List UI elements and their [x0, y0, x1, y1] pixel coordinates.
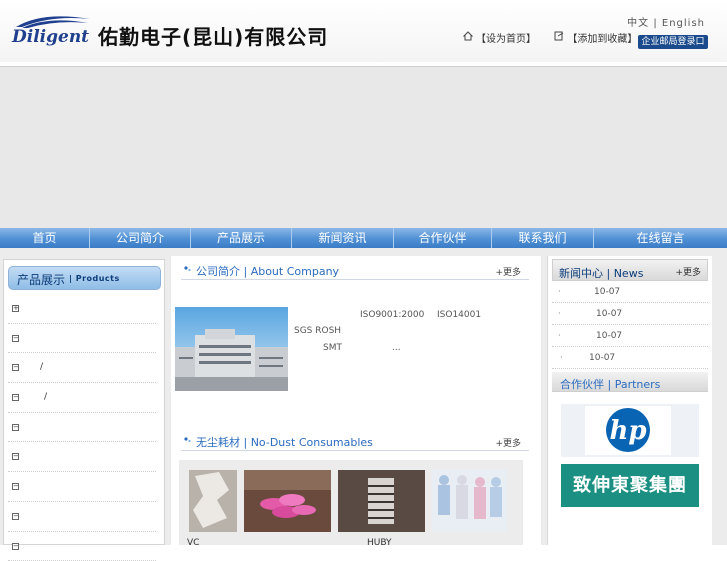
nav-item-contact[interactable]: 联系我们 [492, 228, 594, 248]
products-list: + − −/ −/ − − − − − [4, 294, 164, 561]
home-icon [463, 31, 473, 41]
list-item[interactable]: − [8, 413, 156, 443]
news-header: 新闻中心 | News +更多 [552, 259, 708, 281]
list-item[interactable]: + [8, 294, 156, 324]
diligent-logo[interactable]: Diligent [10, 13, 92, 49]
right-sidebar: 新闻中心 | News +更多 · 10-07 · 10-07 · 10-07 … [547, 256, 712, 545]
collapse-icon[interactable]: − [12, 483, 19, 490]
list-item[interactable]: − [8, 442, 156, 472]
section-bullet-icon [184, 266, 191, 271]
product-caption: VC [187, 538, 199, 548]
svg-text:hp: hp [609, 416, 646, 446]
section-bullet-icon [184, 437, 191, 442]
product-image[interactable] [432, 470, 507, 532]
product-caption: HUBY [367, 538, 392, 548]
nav-item-about[interactable]: 公司简介 [90, 228, 191, 248]
logo-text: Diligent [12, 27, 89, 47]
consumables-section-header: 无尘耗材 | No-Dust Consumables +更多 [181, 429, 529, 451]
news-date: 10-07 [589, 353, 615, 363]
company-name: 佑勤电子(昆山)有限公司 [98, 21, 328, 50]
collapse-icon[interactable]: − [12, 335, 19, 342]
consumables-panel: VC HUBY [179, 460, 523, 545]
expand-icon[interactable]: + [12, 305, 19, 312]
banner-area [0, 66, 727, 228]
products-title-en: | Products [69, 274, 120, 283]
about-iso9001: ISO9001:2000 [360, 310, 424, 320]
nav-item-products[interactable]: 产品展示 [191, 228, 292, 248]
about-more-link[interactable]: +更多 [495, 265, 521, 278]
product-image[interactable] [338, 470, 425, 532]
collapse-icon[interactable]: − [12, 364, 19, 371]
collapse-icon[interactable]: − [12, 513, 19, 520]
lang-chinese-link[interactable]: 中文 [627, 18, 649, 29]
partners-header: 合作伙伴 | Partners [552, 372, 708, 392]
collapse-icon[interactable]: − [12, 543, 19, 550]
lang-separator: | [653, 18, 657, 29]
products-sidebar-header: 产品展示 | Products [8, 266, 161, 290]
list-item[interactable]: · 10-07 [552, 347, 708, 369]
consumables-title: 无尘耗材 | No-Dust Consumables [196, 434, 373, 450]
mail-login-button[interactable]: 企业邮局登录口 [638, 35, 708, 49]
collapse-icon[interactable]: − [12, 453, 19, 460]
news-title: 新闻中心 | News [559, 265, 643, 281]
list-item[interactable]: − [8, 532, 156, 561]
news-date: 10-07 [594, 287, 620, 297]
partner-logo-2[interactable]: 致伸東聚集團 [561, 464, 699, 507]
nav-item-news[interactable]: 新闻资讯 [292, 228, 394, 248]
collapse-icon[interactable]: − [12, 394, 19, 401]
news-date: 10-07 [596, 331, 622, 341]
about-iso14001: ISO14001 [437, 310, 481, 320]
about-ellipsis: ... [392, 343, 401, 353]
products-title: 产品展示 [17, 271, 65, 288]
bookmark-icon [554, 31, 564, 41]
partners-title: 合作伙伴 | Partners [560, 376, 660, 392]
list-item[interactable]: − [8, 502, 156, 532]
about-title: 公司简介 | About Company [196, 263, 339, 279]
nav-item-partners[interactable]: 合作伙伴 [394, 228, 492, 248]
about-smt: SMT [323, 343, 342, 353]
about-section-header: 公司简介 | About Company +更多 [181, 258, 529, 280]
nav-item-home[interactable]: 首页 [0, 228, 90, 248]
list-item[interactable]: · 10-07 [552, 325, 708, 347]
top-links: 【设为首页】 【添加到收藏】 [463, 30, 637, 45]
list-item[interactable]: −/ [8, 383, 156, 413]
about-sgs: SGS ROSH [294, 326, 341, 336]
list-item[interactable]: −/ [8, 353, 156, 383]
language-switcher: 中文 | English [627, 14, 705, 29]
product-image[interactable] [244, 470, 331, 532]
main-nav: 首页 公司简介 产品展示 新闻资讯 合作伙伴 联系我们 在线留言 [0, 228, 727, 248]
set-home-link[interactable]: 【设为首页】 [463, 30, 536, 45]
collapse-icon[interactable]: − [12, 424, 19, 431]
product-image[interactable] [189, 470, 237, 532]
hp-partner-logo[interactable]: hp [561, 404, 699, 457]
list-item[interactable]: − [8, 472, 156, 502]
list-item[interactable]: · 10-07 [552, 281, 708, 303]
list-item[interactable]: · 10-07 [552, 303, 708, 325]
main-content: 公司简介 | About Company +更多 ISO9001:2000 IS… [171, 256, 541, 545]
products-sidebar: 产品展示 | Products + − −/ −/ − − − − − [3, 259, 165, 545]
consumables-more-link[interactable]: +更多 [495, 436, 521, 449]
news-more-link[interactable]: +更多 [675, 265, 701, 278]
nav-item-message[interactable]: 在线留言 [594, 228, 727, 248]
news-date: 10-07 [596, 309, 622, 319]
factory-photo [175, 307, 288, 391]
lang-english-link[interactable]: English [662, 18, 705, 29]
list-item[interactable]: − [8, 324, 156, 354]
add-favorite-link[interactable]: 【添加到收藏】 [554, 30, 637, 45]
header: Diligent 佑勤电子(昆山)有限公司 中文 | English 【设为首页… [0, 0, 727, 62]
